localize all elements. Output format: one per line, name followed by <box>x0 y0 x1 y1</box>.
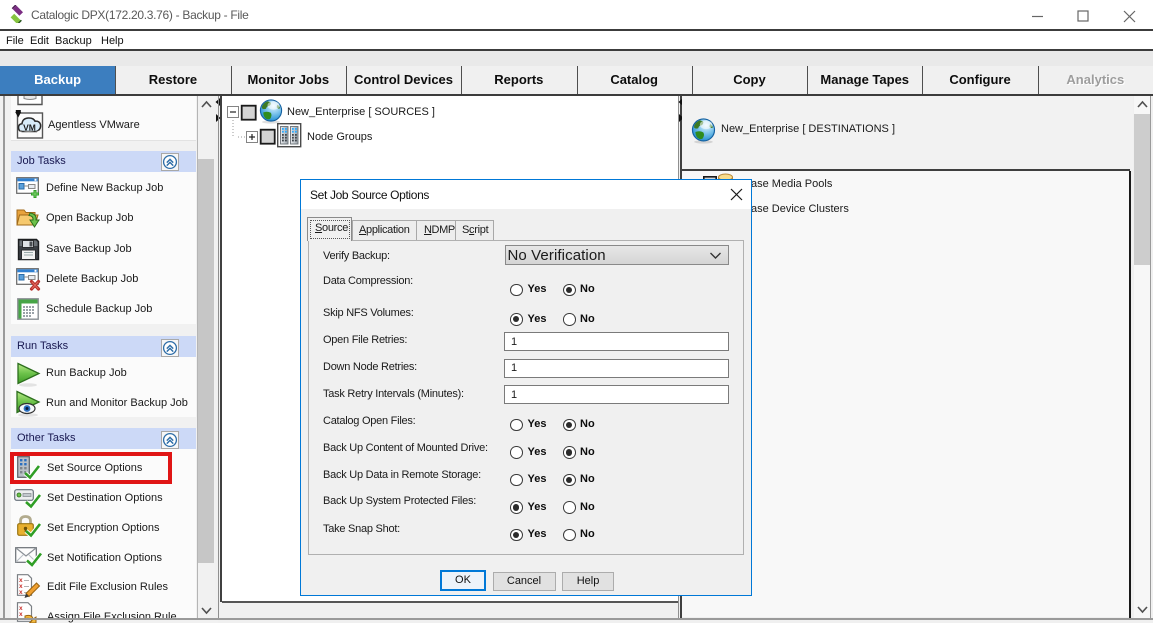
svg-text:x: x <box>19 589 23 596</box>
svg-text:VM: VM <box>23 123 36 133</box>
svg-text:x: x <box>19 611 23 618</box>
